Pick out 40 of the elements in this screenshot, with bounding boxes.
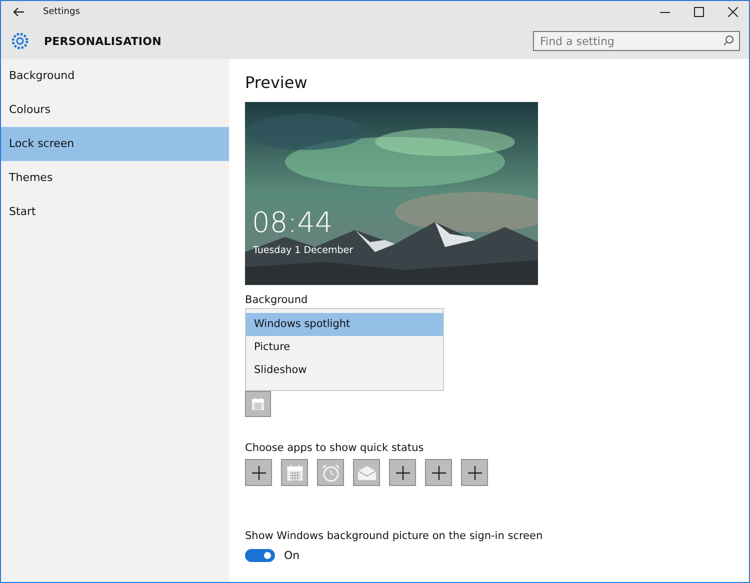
toggle-state: On xyxy=(284,549,300,562)
mail-app-button[interactable] xyxy=(353,459,380,486)
plus-icon xyxy=(468,466,482,480)
lock-time: 08:44 xyxy=(252,206,333,239)
add-app-button[interactable] xyxy=(461,459,488,486)
add-app-button[interactable] xyxy=(245,459,272,486)
settings-icon xyxy=(10,31,30,51)
add-app-button[interactable] xyxy=(389,459,416,486)
dropdown-option[interactable]: Windows spotlight xyxy=(246,313,443,336)
sidebar-item[interactable]: Lock screen xyxy=(1,127,229,161)
calendar-icon xyxy=(286,464,304,482)
setting-label: Show Windows background picture on the sign-in screen xyxy=(245,530,544,542)
section-label: Choose apps to show quick status xyxy=(245,442,425,454)
mail-icon xyxy=(356,464,376,480)
page-title: PERSONALISATION xyxy=(44,34,162,48)
window-title: Settings xyxy=(43,7,80,17)
alarm-clock-icon xyxy=(320,462,340,482)
close-icon[interactable] xyxy=(728,7,738,17)
plus-icon xyxy=(432,466,446,480)
sidebar-item[interactable]: Background xyxy=(1,59,229,93)
section-heading: Preview xyxy=(245,73,308,92)
maximize-icon[interactable] xyxy=(694,7,704,17)
lock-date: Tuesday 1 December xyxy=(253,245,353,256)
calendar-icon xyxy=(251,397,265,411)
plus-icon xyxy=(252,466,266,480)
calendar-button[interactable] xyxy=(245,391,271,417)
calendar-app-button[interactable] xyxy=(281,459,308,486)
toggle-switch[interactable] xyxy=(245,549,275,562)
field-label: Background xyxy=(245,294,309,306)
alarm-app-button[interactable] xyxy=(317,459,344,486)
sidebar-item[interactable]: Colours xyxy=(1,93,229,127)
back-icon[interactable] xyxy=(13,7,25,17)
add-app-button[interactable] xyxy=(425,459,452,486)
dropdown-option[interactable]: Picture xyxy=(246,336,443,359)
search-field[interactable]: Find a setting xyxy=(533,31,740,51)
search-icon[interactable] xyxy=(723,35,734,46)
plus-icon xyxy=(396,466,410,480)
dropdown-option[interactable]: Slideshow xyxy=(246,359,443,382)
sidebar-item[interactable]: Start xyxy=(1,195,229,229)
sidebar-item[interactable]: Themes xyxy=(1,161,229,195)
